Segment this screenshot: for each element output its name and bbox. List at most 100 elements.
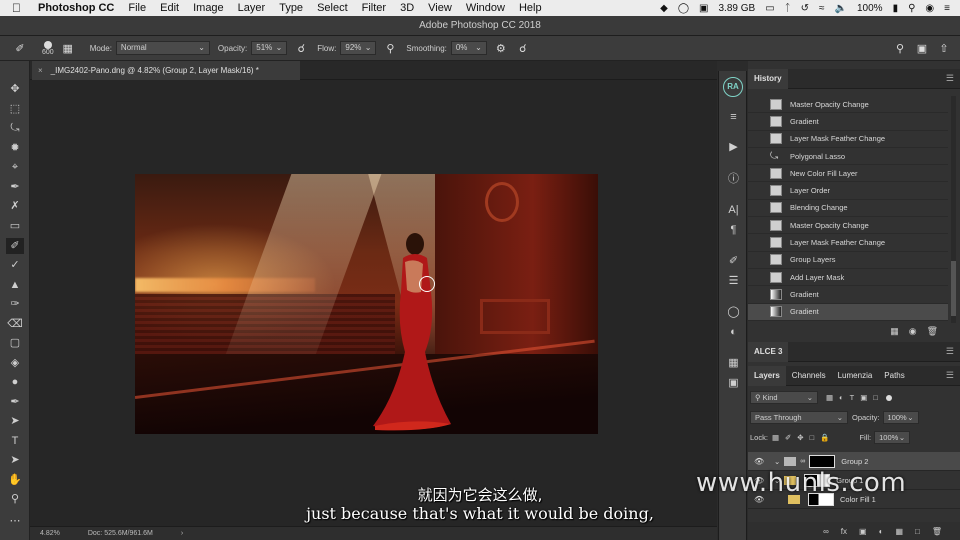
zoom-level[interactable]: 4.82% — [40, 530, 60, 537]
brush-panel-icon[interactable]: ▦ — [60, 40, 76, 56]
brush-tool-icon[interactable]: ✐ — [6, 238, 24, 254]
channels-icon[interactable]: ◯ — [725, 304, 742, 320]
patch-tool-icon[interactable]: ▭ — [6, 218, 24, 234]
history-item[interactable]: Layer Mask Feather Change — [748, 234, 948, 252]
history-item[interactable]: Add Layer Mask — [748, 269, 948, 287]
tab-paths[interactable]: Paths — [878, 366, 910, 386]
stamp-tool-icon[interactable]: ▲ — [6, 277, 24, 293]
layer-mask-thumbnail[interactable] — [809, 454, 836, 468]
plugin-icon[interactable]: ▦ — [725, 355, 742, 371]
opacity-field[interactable]: 51% ⌄ — [251, 41, 288, 55]
brush-tool-icon[interactable]: ✐ — [12, 40, 28, 56]
adjust-sliders-icon[interactable]: ☰ — [725, 273, 742, 289]
lasso-tool-icon[interactable]: ⤿ — [6, 120, 24, 136]
properties-icon[interactable]: ≡ — [725, 109, 742, 125]
mode-select[interactable]: Normal ⌄ — [115, 41, 210, 55]
menu-view[interactable]: View — [428, 2, 452, 14]
history-item[interactable]: Group Layers — [748, 252, 948, 269]
volume-icon[interactable]: 🔈 — [835, 3, 847, 14]
smoothing-field[interactable]: 0% ⌄ — [450, 41, 487, 55]
history-item[interactable]: Layer Order — [748, 182, 948, 200]
menu-3d[interactable]: 3D — [400, 2, 414, 14]
scroll-thumb[interactable] — [951, 261, 956, 316]
tab-channels[interactable]: Channels — [786, 366, 832, 386]
kind-filter-select[interactable]: ⚲ Kind ⌄ — [750, 391, 818, 404]
tab-alce[interactable]: ALCE 3 — [748, 341, 789, 362]
history-item-current[interactable]: Gradient — [748, 303, 948, 321]
new-layer-icon[interactable]: □ — [915, 527, 920, 536]
menu-type[interactable]: Type — [279, 2, 303, 14]
panel-menu-icon[interactable]: ☰ — [946, 370, 954, 381]
display-icon[interactable]: ▭ — [765, 3, 774, 14]
adjustments-icon[interactable]: ◐ — [725, 324, 742, 340]
history-item[interactable]: Gradient — [748, 286, 948, 304]
menu-layer[interactable]: Layer — [238, 2, 266, 14]
battery-icon[interactable]: ▮ — [893, 3, 899, 14]
crop-tool-icon[interactable]: ⌖ — [6, 159, 24, 175]
menu-image[interactable]: Image — [193, 2, 224, 14]
tab-layers[interactable]: Layers — [748, 365, 786, 386]
chevron-down-icon[interactable]: ⌄ — [774, 457, 780, 466]
history-item[interactable]: ⤿ Polygonal Lasso — [748, 148, 948, 166]
gradient-tool-icon[interactable]: ▢ — [6, 335, 24, 351]
history-item[interactable]: Gradient — [748, 113, 948, 131]
fx-icon[interactable]: fx — [841, 527, 847, 536]
gear-icon[interactable]: ⚙ — [493, 40, 509, 56]
menu-file[interactable]: File — [128, 2, 146, 14]
blur-tool-icon[interactable]: ◈ — [6, 355, 24, 371]
filter-type-icons[interactable]: ▦◐T▣□ — [826, 393, 884, 402]
cc-icon[interactable]: ◯ — [678, 3, 689, 14]
close-icon[interactable]: × — [38, 66, 43, 75]
marquee-tool-icon[interactable]: ⬚ — [6, 101, 24, 117]
wifi-icon[interactable]: ≈ — [819, 3, 825, 14]
history-brush-tool-icon[interactable]: ✑ — [6, 296, 24, 312]
memory-readout[interactable]: 3.89 GB — [719, 3, 756, 14]
adjustment-layer-icon[interactable]: ◐ — [879, 527, 884, 536]
history-item[interactable]: Layer Mask Feather Change — [748, 131, 948, 148]
link-icon[interactable]: ∞ — [800, 458, 805, 465]
quick-select-tool-icon[interactable]: ✹ — [6, 140, 24, 156]
apple-icon[interactable]:  — [12, 1, 26, 15]
blend-mode-select[interactable]: Pass Through ⌄ — [750, 411, 848, 424]
dropbox-icon[interactable]: ◆ — [660, 3, 668, 14]
avatar[interactable]: RA — [723, 77, 743, 97]
tab-history[interactable]: History — [748, 68, 788, 89]
menu-filter[interactable]: Filter — [362, 2, 386, 14]
panel-menu-icon[interactable]: ☰ — [946, 346, 954, 357]
brush-preset-picker[interactable]: 600 — [42, 40, 54, 56]
eyedropper-tool-icon[interactable]: ✒ — [6, 179, 24, 195]
history-item[interactable]: Master Opacity Change — [748, 96, 948, 114]
history-item[interactable]: Blending Change — [748, 200, 948, 218]
filter-toggle-icon[interactable] — [885, 394, 892, 401]
pressure-opacity-icon[interactable]: ☌ — [293, 40, 309, 56]
history-item[interactable]: Master Opacity Change — [748, 217, 948, 235]
document-tab[interactable]: × _IMG2402-Pano.dng @ 4.82% (Group 2, La… — [32, 61, 300, 80]
search-icon[interactable]: ⚲ — [892, 40, 908, 56]
canvas-area[interactable] — [30, 80, 717, 526]
document-image[interactable] — [135, 174, 598, 434]
menu-help[interactable]: Help — [519, 2, 542, 14]
new-group-icon[interactable]: ▦ — [895, 527, 903, 536]
layer-opacity-field[interactable]: 100% ⌄ — [882, 411, 919, 424]
play-action-icon[interactable]: ▶ — [725, 139, 742, 155]
dodge-tool-icon[interactable]: ● — [6, 374, 24, 390]
eraser-tool-icon[interactable]: ⌫ — [6, 316, 24, 332]
pen-tool-icon[interactable]: ✒ — [6, 394, 24, 410]
menu-select[interactable]: Select — [317, 2, 348, 14]
info-icon[interactable]: ⓘ — [725, 171, 742, 187]
time-machine-icon[interactable]: ↺ — [801, 3, 809, 14]
airbrush-icon[interactable]: ⚲ — [382, 40, 398, 56]
link-layers-icon[interactable]: ∞ — [823, 527, 829, 536]
tab-lumenzia[interactable]: Lumenzia — [832, 366, 879, 386]
lock-icons[interactable]: ▦✐✥□🔒 — [772, 433, 836, 442]
fill-field[interactable]: 100% ⌄ — [874, 431, 911, 444]
app-menu[interactable]: Photoshop CC — [38, 2, 114, 14]
history-scrollbar[interactable] — [951, 96, 956, 323]
healing-tool-icon[interactable]: ✗ — [6, 198, 24, 214]
chevron-right-icon[interactable]: › — [181, 530, 183, 537]
add-mask-icon[interactable]: ▣ — [859, 527, 867, 536]
notification-center-icon[interactable]: ≡ — [944, 3, 950, 14]
clone-stamp-tool-icon[interactable]: ✓ — [6, 257, 24, 273]
new-document-from-state-icon[interactable]: ▦ — [890, 326, 899, 337]
battery-readout[interactable]: 100% — [857, 3, 883, 14]
